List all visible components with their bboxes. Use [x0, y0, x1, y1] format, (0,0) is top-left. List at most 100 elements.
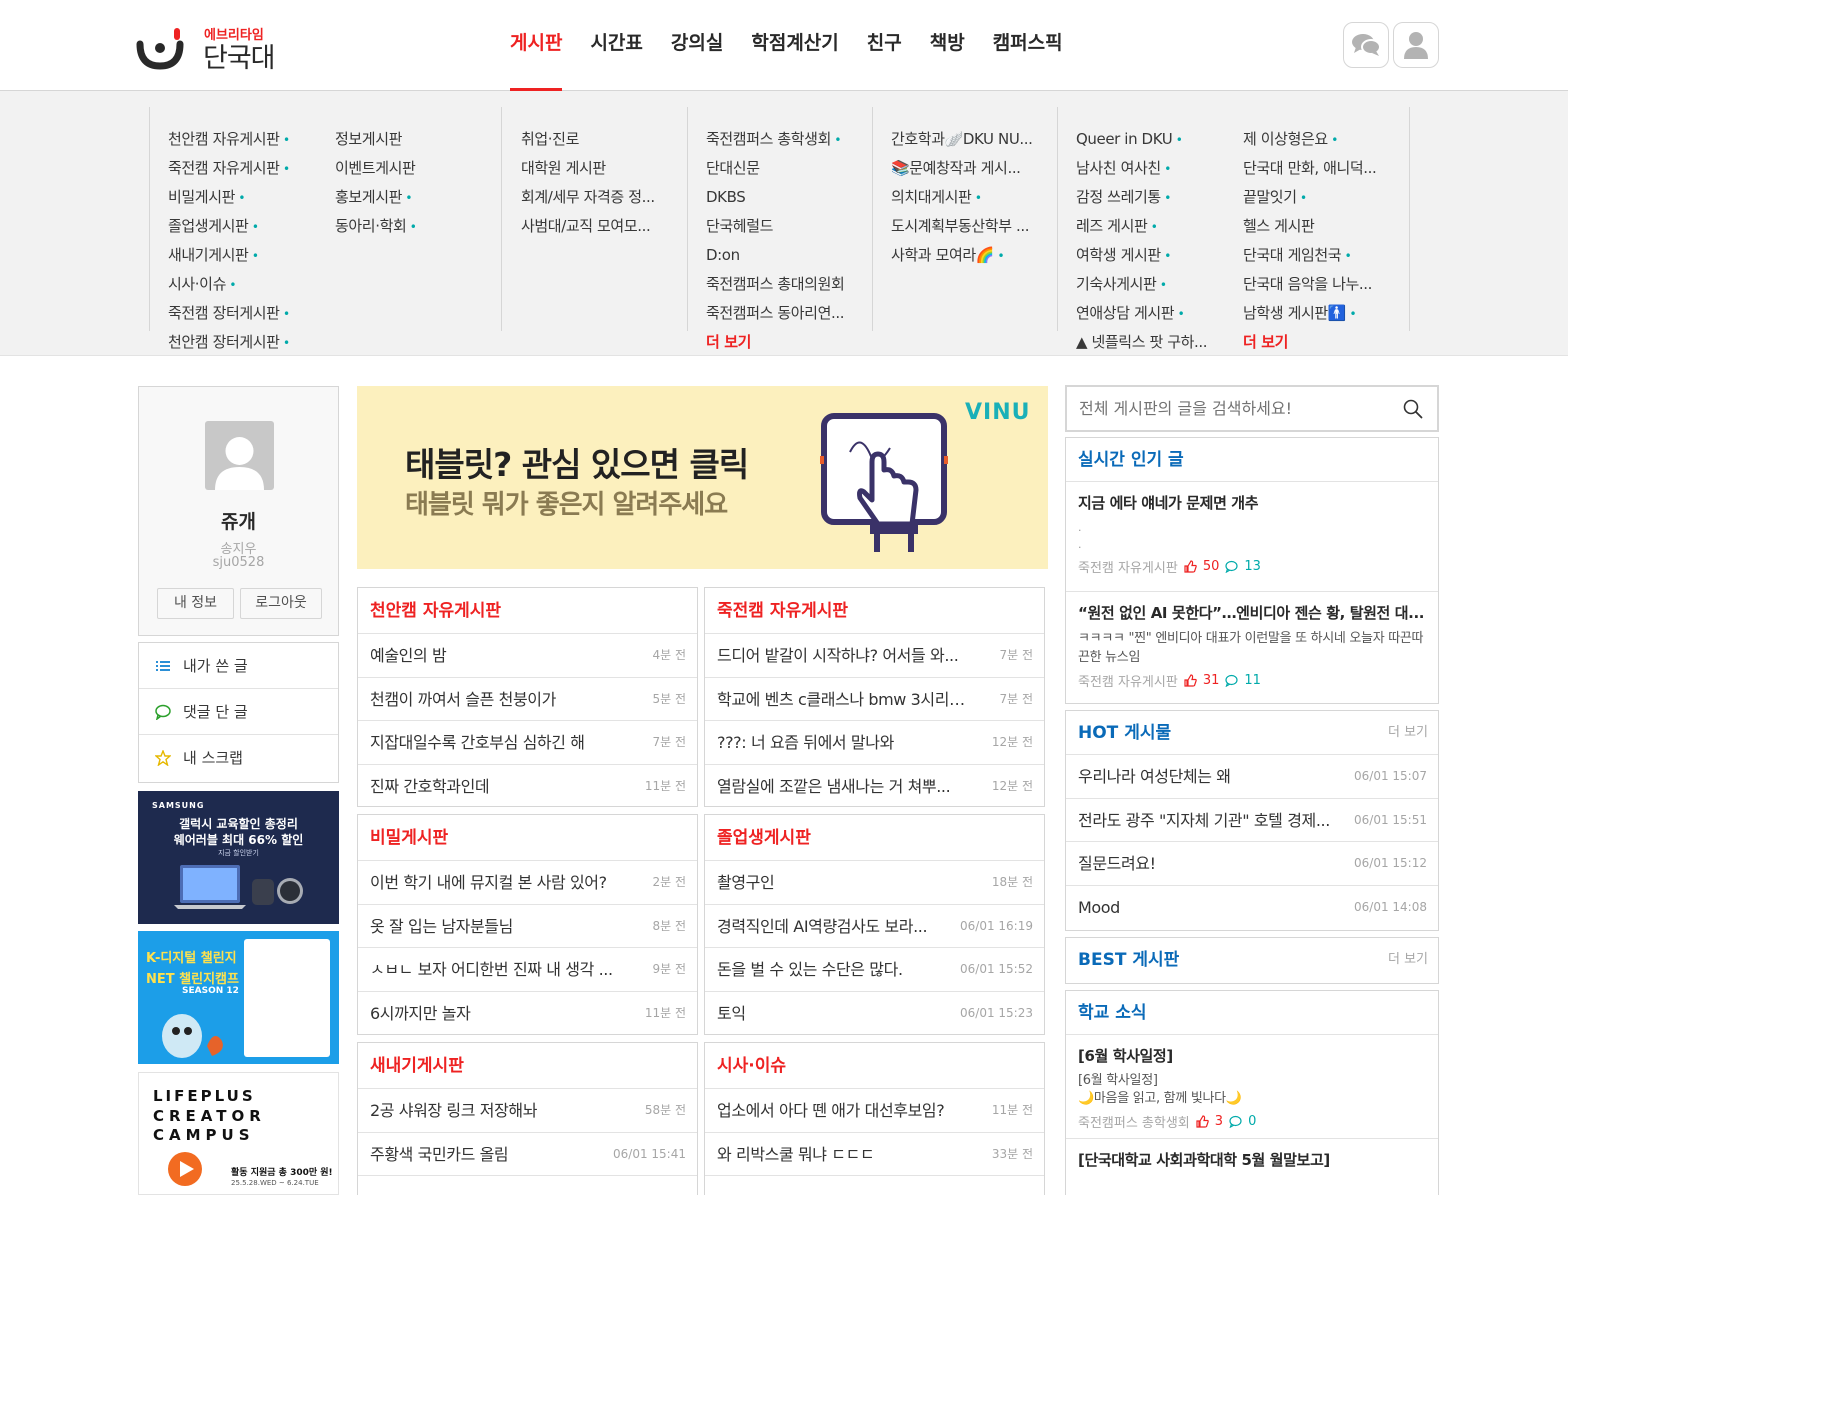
lifeplus-ad[interactable]: LIFEPLUS CREATOR CAMPUS 활동 지원금 총 300만 원!… [138, 1072, 339, 1195]
submenu-item[interactable]: 단국대 만화, 애니덕... [1243, 154, 1393, 183]
best-title[interactable]: BEST 게시판 더 보기 [1066, 938, 1438, 982]
board-row[interactable]: 와 리박스쿨 뭐냐 ㄷㄷㄷ 33분 전 [705, 1133, 1044, 1176]
submenu-item[interactable]: 이벤트게시판 [335, 154, 485, 183]
board-row[interactable]: 업소에서 아다 뗀 애가 대선후보임? 11분 전 [705, 1089, 1044, 1133]
board-title[interactable]: 졸업생게시판 [705, 815, 1044, 861]
board-row[interactable]: 열람실에 조깥은 냄새나는 거 쳐뿌... 12분 전 [705, 765, 1044, 809]
hot-row[interactable]: 우리나라 여성단체는 왜 06/01 15:07 [1066, 755, 1438, 799]
board-row[interactable]: 2공 샤워장 링크 저장해놔 58분 전 [358, 1089, 697, 1133]
submenu-item[interactable]: 사범대/교직 모여모... [521, 212, 671, 241]
nav-timetable[interactable]: 시간표 [576, 0, 656, 91]
submenu-item[interactable]: 제 이상형은요 [1243, 125, 1393, 154]
submenu-item[interactable]: DKBS [706, 183, 866, 212]
board-title[interactable]: 시사·이슈 [705, 1043, 1044, 1089]
board-row[interactable]: 주황색 국민카드 올림 06/01 15:41 [358, 1133, 697, 1176]
board-row[interactable]: 옷 잘 입는 남자분들님 8분 전 [358, 905, 697, 948]
submenu-item[interactable]: 감정 쓰레기통 [1076, 183, 1226, 212]
my-account-button[interactable] [1393, 22, 1439, 68]
hot-row[interactable]: Mood 06/01 14:08 [1066, 886, 1438, 930]
board-title[interactable]: 새내기게시판 [358, 1043, 697, 1089]
my-scrap-link[interactable]: 내 스크랩 [139, 735, 338, 781]
submenu-item[interactable]: 단국헤럴드 [706, 212, 866, 241]
board-row[interactable]: 지잡대일수록 간호부심 심하긴 해 7분 전 [358, 721, 697, 765]
submenu-item[interactable]: 홍보게시판 [335, 183, 485, 212]
samsung-ad[interactable]: SAMSUNG 갤럭시 교육할인 총정리 웨어러블 최대 66% 할인 지금 할… [138, 791, 339, 924]
submenu-more-link[interactable]: 더 보기 [706, 328, 866, 357]
submenu-item[interactable]: 회계/세무 자격증 정... [521, 183, 671, 212]
board-row[interactable]: 토익 06/01 15:23 [705, 992, 1044, 1036]
submenu-item[interactable]: 레즈 게시판 [1076, 212, 1226, 241]
board-row[interactable]: 진짜 간호학과인데 11분 전 [358, 765, 697, 809]
k-digital-ad[interactable]: K-디지털 챌린지 NET 챌린지캠프 SEASON 12 [138, 931, 339, 1064]
board-row[interactable]: 드디어 밭갈이 시작하냐? 어서들 와... 7분 전 [705, 634, 1044, 678]
realtime-title[interactable]: 실시간 인기 글 [1066, 438, 1438, 482]
submenu-item[interactable]: 대학원 게시판 [521, 154, 671, 183]
submenu-item[interactable]: 도시계획부동산학부 ... [891, 212, 1041, 241]
board-row[interactable]: 6시까지만 놀자 11분 전 [358, 992, 697, 1036]
submenu-item[interactable]: 연애상담 게시판 [1076, 299, 1226, 328]
submenu-item[interactable]: 끝말잇기 [1243, 183, 1393, 212]
board-row[interactable]: 경력직인데 AI역량검사도 보라... 06/01 16:19 [705, 905, 1044, 948]
submenu-item[interactable]: 천안캠 자유게시판 [168, 125, 318, 154]
board-row[interactable]: 촬영구인 18분 전 [705, 861, 1044, 905]
board-title[interactable]: 천안캠 자유게시판 [358, 588, 697, 634]
board-title[interactable]: 비밀게시판 [358, 815, 697, 861]
message-button[interactable] [1343, 22, 1389, 68]
submenu-item[interactable]: 📚문예창작과 게시... [891, 154, 1041, 183]
board-row[interactable]: ㅅㅂㄴ 보자 어디한번 진짜 내 생각 ... 9분 전 [358, 948, 697, 992]
submenu-item[interactable]: 단국대 게임천국 [1243, 241, 1393, 270]
submenu-item[interactable]: 취업·진로 [521, 125, 671, 154]
search-icon[interactable] [1403, 399, 1423, 419]
board-row[interactable]: 예술인의 밤 4분 전 [358, 634, 697, 678]
submenu-item[interactable]: 단대신문 [706, 154, 866, 183]
submenu-item[interactable]: 정보게시판 [335, 125, 485, 154]
submenu-item[interactable]: Queer in DKU [1076, 125, 1226, 154]
nav-lecture[interactable]: 강의실 [657, 0, 737, 91]
logout-button[interactable]: 로그아웃 [240, 588, 322, 619]
hot-row[interactable]: 전라도 광주 "지자체 기관" 호텔 경제... 06/01 15:51 [1066, 799, 1438, 842]
submenu-item[interactable]: D:on [706, 241, 866, 270]
tablet-banner-ad[interactable]: 태블릿? 관심 있으면 클릭 태블릿 뭐가 좋은지 알려주세요 VINU [357, 386, 1048, 569]
nav-friends[interactable]: 친구 [853, 0, 916, 91]
hot-title[interactable]: HOT 게시물 더 보기 [1066, 711, 1438, 755]
school-news-post[interactable]: [단국대학교 사회과학대학 5월 월말보고] [1066, 1139, 1438, 1180]
submenu-item[interactable]: 헬스 게시판 [1243, 212, 1393, 241]
my-articles-link[interactable]: 내가 쓴 글 [139, 643, 338, 689]
my-info-button[interactable]: 내 정보 [157, 588, 234, 619]
board-row[interactable]: ???: 너 요즘 뒤에서 말나와 12분 전 [705, 721, 1044, 765]
nav-gpa-calc[interactable]: 학점계산기 [737, 0, 852, 91]
popular-post[interactable]: 지금 에타 얘네가 문제면 개추 . . 죽전캠 자유게시판 50 13 [1066, 482, 1438, 592]
submenu-item[interactable]: 죽전캠 자유게시판 [168, 154, 318, 183]
school-news-title[interactable]: 학교 소식 [1066, 991, 1438, 1035]
submenu-item[interactable]: 남사친 여사친 [1076, 154, 1226, 183]
nav-bookstore[interactable]: 책방 [916, 0, 979, 91]
search-input[interactable] [1067, 387, 1377, 430]
logo[interactable]: 에브리타임 단국대 [136, 22, 286, 74]
submenu-item[interactable]: ▲ 넷플릭스 팟 구하... [1076, 328, 1226, 357]
hot-more-link[interactable]: 더 보기 [1388, 711, 1428, 755]
submenu-item[interactable]: 죽전캠퍼스 총대의원회 [706, 270, 866, 299]
board-row[interactable]: 천캠이 까여서 슬픈 천붕이가 5분 전 [358, 678, 697, 721]
submenu-item[interactable]: 죽전캠퍼스 총학생회 [706, 125, 866, 154]
my-comments-link[interactable]: 댓글 단 글 [139, 689, 338, 735]
submenu-item[interactable]: 졸업생게시판 [168, 212, 318, 241]
popular-post[interactable]: “원전 없인 AI 못한다”…엔비디아 젠슨 황, 탈원전 대... ㅋㅋㅋㅋ … [1066, 592, 1438, 700]
submenu-item[interactable]: 사학과 모여라🌈 [891, 241, 1041, 270]
submenu-item[interactable]: 죽전캠 장터게시판 [168, 299, 318, 328]
submenu-item[interactable]: 남학생 게시판🚹 [1243, 299, 1393, 328]
submenu-item[interactable]: 여학생 게시판 [1076, 241, 1226, 270]
board-row[interactable]: 돈을 벌 수 있는 수단은 많다. 06/01 15:52 [705, 948, 1044, 992]
submenu-item[interactable]: 시사·이슈 [168, 270, 318, 299]
submenu-more-link[interactable]: 더 보기 [1243, 328, 1393, 357]
submenu-item[interactable]: 단국대 음악을 나누... [1243, 270, 1393, 299]
submenu-item[interactable]: 죽전캠퍼스 동아리연... [706, 299, 866, 328]
board-row[interactable]: 학교에 벤츠 c클래스나 bmw 3시리즈... 7분 전 [705, 678, 1044, 721]
school-news-post[interactable]: [6월 학사일정] [6월 학사일정] 🌙마음을 읽고, 함께 빛나다🌙 죽전캠… [1066, 1035, 1438, 1139]
nav-campuspick[interactable]: 캠퍼스픽 [979, 0, 1077, 91]
submenu-item[interactable]: 기숙사게시판 [1076, 270, 1226, 299]
nav-board[interactable]: 게시판 [496, 0, 576, 91]
hot-row[interactable]: 질문드려요! 06/01 15:12 [1066, 842, 1438, 886]
board-title[interactable]: 죽전캠 자유게시판 [705, 588, 1044, 634]
submenu-item[interactable]: 비밀게시판 [168, 183, 318, 212]
submenu-item[interactable]: 의치대게시판 [891, 183, 1041, 212]
